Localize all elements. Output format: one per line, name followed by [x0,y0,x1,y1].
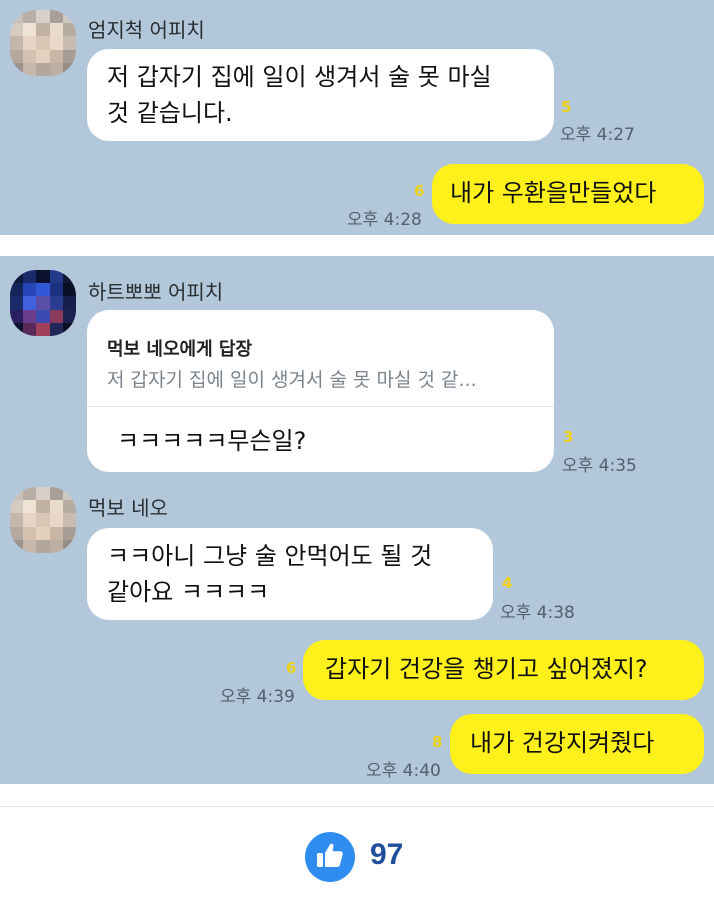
message-text: 저 갑자기 집에 일이 생겨서 술 못 마실 [107,63,492,91]
avatar[interactable] [10,10,76,76]
like-button[interactable] [305,832,355,882]
chat-panel-bottom: 하트뽀뽀 어피치 먹보 네오에게 답장 저 갑자기 집에 일이 생겨서 술 못 … [0,256,714,784]
unread-count: 4 [502,574,513,592]
reply-quote-text[interactable]: 저 갑자기 집에 일이 생겨서 술 못 마실 것 같... [107,362,477,398]
message-text: ㅋㅋㅋㅋㅋ무슨일? [117,427,307,455]
avatar[interactable] [10,270,76,336]
thumbs-up-icon [316,842,344,872]
chat-panel-top: 엄지척 어피치 저 갑자기 집에 일이 생겨서 술 못 마실 것 같습니다. 5… [0,0,714,235]
unread-count: 3 [563,428,574,446]
message-bubble[interactable]: ㅋㅋ아니 그냥 술 안먹어도 될 것 같아요 ㅋㅋㅋㅋ [87,528,493,620]
reply-divider [87,406,554,407]
footer-divider [0,806,714,807]
sender-name: 엄지척 어피치 [88,18,205,42]
sender-name: 먹보 네오 [88,496,168,520]
message-bubble[interactable]: 저 갑자기 집에 일이 생겨서 술 못 마실 것 같습니다. [87,49,554,141]
message-time: 오후 4:28 [347,210,422,230]
message-text: 갑자기 건강을 챙기고 싶어졌지? [325,655,648,683]
message-text: 것 같습니다. [107,99,233,127]
message-time: 오후 4:39 [220,687,295,707]
unread-count: 6 [286,659,297,677]
message-time: 오후 4:40 [366,761,441,781]
message-text: ㅋㅋ아니 그냥 술 안먹어도 될 것 [107,542,433,570]
message-time: 오후 4:27 [560,125,635,145]
my-message-bubble[interactable]: 내가 건강지켜줬다 [450,714,704,774]
message-time: 오후 4:35 [562,456,637,476]
sender-name: 하트뽀뽀 어피치 [88,280,224,304]
message-text: 같아요 ㅋㅋㅋㅋ [107,578,270,606]
my-message-bubble[interactable]: 내가 우환을만들었다 [432,164,704,224]
my-message-bubble[interactable]: 갑자기 건강을 챙기고 싶어졌지? [303,640,704,700]
message-time: 오후 4:38 [500,603,575,623]
unread-count: 6 [414,182,425,200]
avatar[interactable] [10,487,76,553]
unread-count: 8 [432,733,443,751]
message-text: 내가 건강지켜줬다 [470,729,655,757]
unread-count: 5 [561,98,572,116]
like-count: 97 [370,838,404,871]
message-text: 내가 우환을만들었다 [450,179,657,207]
reply-message-bubble[interactable]: 먹보 네오에게 답장 저 갑자기 집에 일이 생겨서 술 못 마실 것 같...… [87,310,554,472]
